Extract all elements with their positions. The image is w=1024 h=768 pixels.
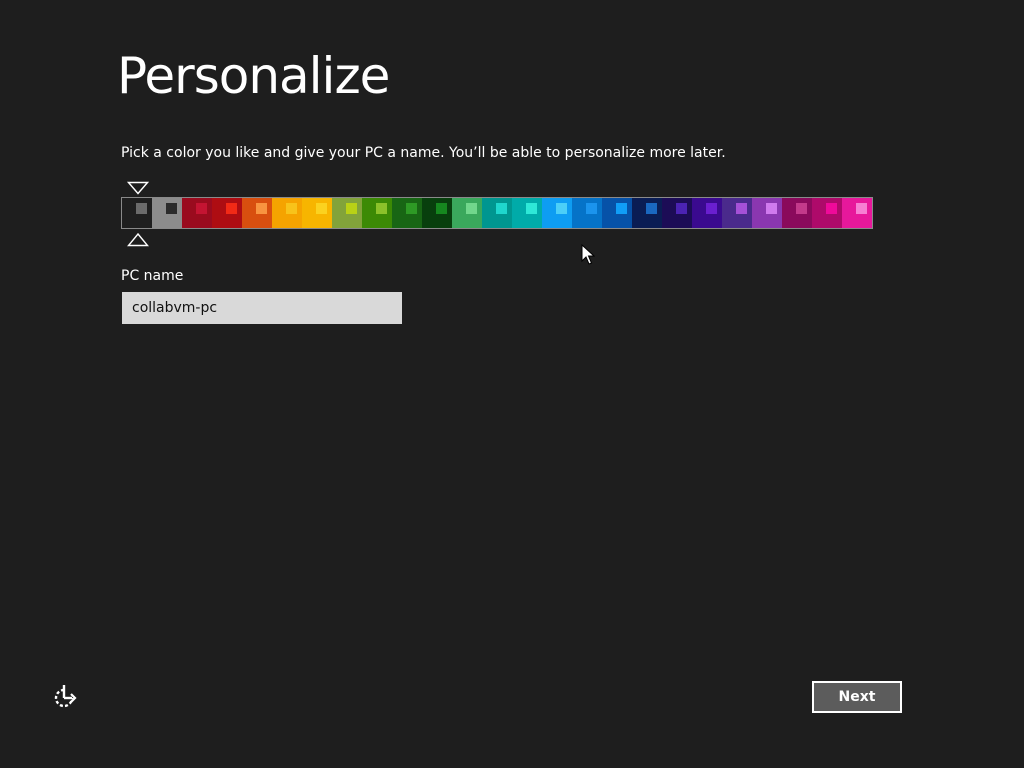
- color-swatch[interactable]: [422, 198, 452, 228]
- color-swatch-chip: [556, 203, 567, 214]
- color-swatch[interactable]: [122, 198, 152, 228]
- color-swatch[interactable]: [842, 198, 872, 228]
- color-swatch-chip: [736, 203, 747, 214]
- page-subtitle: Pick a color you like and give your PC a…: [121, 145, 726, 161]
- color-swatch-chip: [196, 203, 207, 214]
- color-swatch-chip: [346, 203, 357, 214]
- color-swatch[interactable]: [272, 198, 302, 228]
- color-swatch[interactable]: [452, 198, 482, 228]
- color-swatch[interactable]: [722, 198, 752, 228]
- color-swatch[interactable]: [602, 198, 632, 228]
- color-swatch[interactable]: [542, 198, 572, 228]
- color-swatch-chip: [586, 203, 597, 214]
- color-swatch-chip: [796, 203, 807, 214]
- mouse-pointer-icon: [581, 244, 595, 265]
- pc-name-input[interactable]: [122, 292, 402, 324]
- color-swatch-chip: [616, 203, 627, 214]
- color-swatch[interactable]: [662, 198, 692, 228]
- color-swatch[interactable]: [752, 198, 782, 228]
- color-swatch[interactable]: [482, 198, 512, 228]
- color-swatch-chip: [256, 203, 267, 214]
- color-swatch[interactable]: [632, 198, 662, 228]
- color-swatch[interactable]: [332, 198, 362, 228]
- color-swatch-chip: [766, 203, 777, 214]
- color-swatch-chip: [466, 203, 477, 214]
- color-swatch[interactable]: [182, 198, 212, 228]
- color-swatch[interactable]: [692, 198, 722, 228]
- pc-name-label: PC name: [121, 268, 184, 284]
- color-swatch-chip: [496, 203, 507, 214]
- oobe-screen: Personalize Pick a color you like and gi…: [0, 0, 1024, 768]
- color-swatch-chip: [376, 203, 387, 214]
- color-swatch-chip: [286, 203, 297, 214]
- color-swatch-strip: [121, 197, 873, 229]
- ease-of-access-icon[interactable]: [52, 684, 80, 710]
- color-swatch[interactable]: [302, 198, 332, 228]
- color-swatch[interactable]: [212, 198, 242, 228]
- color-swatch[interactable]: [152, 198, 182, 228]
- color-swatch-chip: [226, 203, 237, 214]
- color-swatch[interactable]: [362, 198, 392, 228]
- color-swatch-chip: [826, 203, 837, 214]
- color-swatch-chip: [136, 203, 147, 214]
- color-swatch-chip: [166, 203, 177, 214]
- color-swatch-chip: [706, 203, 717, 214]
- picker-bottom-marker-icon: [127, 232, 149, 247]
- page-title: Personalize: [117, 47, 390, 105]
- color-swatch-chip: [856, 203, 867, 214]
- color-swatch-chip: [646, 203, 657, 214]
- color-swatch-chip: [316, 203, 327, 214]
- color-swatch-chip: [406, 203, 417, 214]
- color-swatch-chip: [676, 203, 687, 214]
- color-swatch[interactable]: [512, 198, 542, 228]
- color-swatch[interactable]: [572, 198, 602, 228]
- color-swatch[interactable]: [812, 198, 842, 228]
- color-swatch-chip: [526, 203, 537, 214]
- next-button[interactable]: Next: [812, 681, 902, 713]
- picker-top-marker-icon: [127, 181, 149, 195]
- color-swatch[interactable]: [242, 198, 272, 228]
- color-swatch[interactable]: [782, 198, 812, 228]
- color-swatch[interactable]: [392, 198, 422, 228]
- color-swatch-chip: [436, 203, 447, 214]
